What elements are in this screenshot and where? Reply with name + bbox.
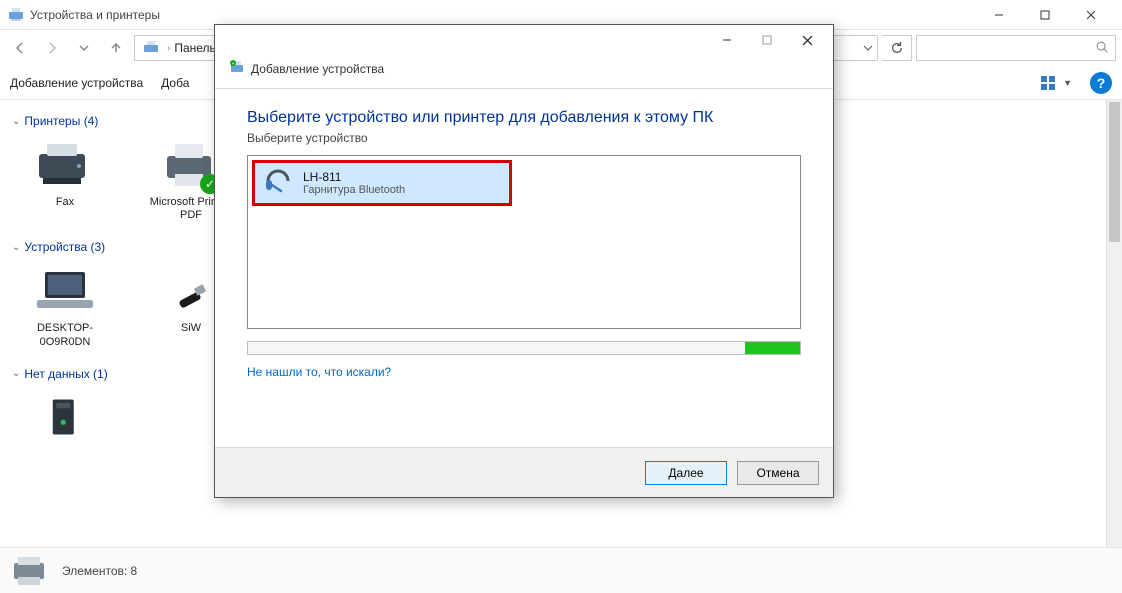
view-options-button[interactable]: ▼: [1041, 76, 1072, 90]
device-label: Fax: [20, 196, 110, 209]
group-label: Устройства (3): [24, 240, 105, 254]
breadcrumb-dropdown[interactable]: [863, 43, 873, 53]
nav-recent-button[interactable]: [70, 34, 98, 62]
close-button[interactable]: [1068, 0, 1114, 30]
tower-pc-icon: [30, 389, 100, 445]
search-input[interactable]: [916, 35, 1116, 61]
nav-up-button[interactable]: [102, 34, 130, 62]
status-bar: Элементов: 8: [0, 547, 1122, 593]
nav-forward-button[interactable]: [38, 34, 66, 62]
device-label: DESKTOP-0O9R0DN: [20, 322, 110, 348]
next-button[interactable]: Далее: [645, 461, 727, 485]
add-device-command[interactable]: Добавление устройства: [10, 76, 143, 90]
add-device-dialog: + Добавление устройства Выберите устройс…: [214, 24, 834, 498]
chevron-down-icon: ⌄: [12, 116, 20, 127]
nav-back-button[interactable]: [6, 34, 34, 62]
dialog-heading: Выберите устройство или принтер для доба…: [247, 109, 801, 127]
status-text: Элементов: 8: [62, 564, 137, 578]
chevron-down-icon: ⌄: [12, 242, 20, 253]
progress-fill: [745, 342, 800, 354]
dialog-subtitle-row: + Добавление устройства: [215, 55, 833, 89]
dialog-close-button[interactable]: [787, 27, 827, 53]
device-entry-lh811[interactable]: LH-811 Гарнитура Bluetooth: [252, 160, 512, 206]
status-thumb-icon: [10, 553, 50, 589]
chevron-down-icon: ▼: [1063, 78, 1072, 88]
svg-text:+: +: [232, 61, 235, 67]
maximize-button[interactable]: [1022, 0, 1068, 30]
devices-and-printers-icon: [8, 7, 24, 23]
add-printer-command[interactable]: Доба: [161, 76, 189, 90]
dialog-footer: Далее Отмена: [215, 447, 833, 497]
cancel-button[interactable]: Отмена: [737, 461, 819, 485]
bluetooth-headset-icon: [263, 168, 293, 198]
scrollbar-thumb[interactable]: [1109, 102, 1120, 242]
refresh-button[interactable]: [882, 35, 912, 61]
dialog-maximize-button[interactable]: [747, 27, 787, 53]
dialog-titlebar: [215, 25, 833, 55]
device-item-fax[interactable]: Fax: [20, 136, 110, 222]
dialog-minimize-button[interactable]: [707, 27, 747, 53]
search-icon: [1095, 40, 1109, 57]
vertical-scrollbar[interactable]: [1106, 100, 1122, 547]
dialog-subtitle: Добавление устройства: [251, 62, 384, 76]
window-title: Устройства и принтеры: [30, 8, 976, 22]
device-item-desktop[interactable]: DESKTOP-0O9R0DN: [20, 262, 110, 348]
chevron-down-icon: ⌄: [12, 368, 20, 379]
dialog-hint: Выберите устройство: [247, 131, 801, 145]
chevron-right-icon: ›: [167, 43, 170, 54]
help-link[interactable]: Не нашли то, что искали?: [247, 365, 391, 379]
scan-progress-bar: [247, 341, 801, 355]
device-type: Гарнитура Bluetooth: [303, 184, 405, 196]
add-device-wizard-icon: +: [229, 59, 245, 78]
minimize-button[interactable]: [976, 0, 1022, 30]
window-controls: [976, 0, 1114, 30]
help-button[interactable]: ?: [1090, 72, 1112, 94]
device-item-unknown[interactable]: [20, 389, 110, 449]
devices-and-printers-icon: [143, 40, 159, 56]
laptop-icon: [30, 262, 100, 318]
group-label: Нет данных (1): [24, 367, 107, 381]
dialog-body: Выберите устройство или принтер для доба…: [215, 89, 833, 447]
discovered-device-list[interactable]: LH-811 Гарнитура Bluetooth: [247, 155, 801, 329]
group-label: Принтеры (4): [24, 114, 98, 128]
fax-icon: [30, 136, 100, 192]
device-name: LH-811: [303, 170, 405, 184]
